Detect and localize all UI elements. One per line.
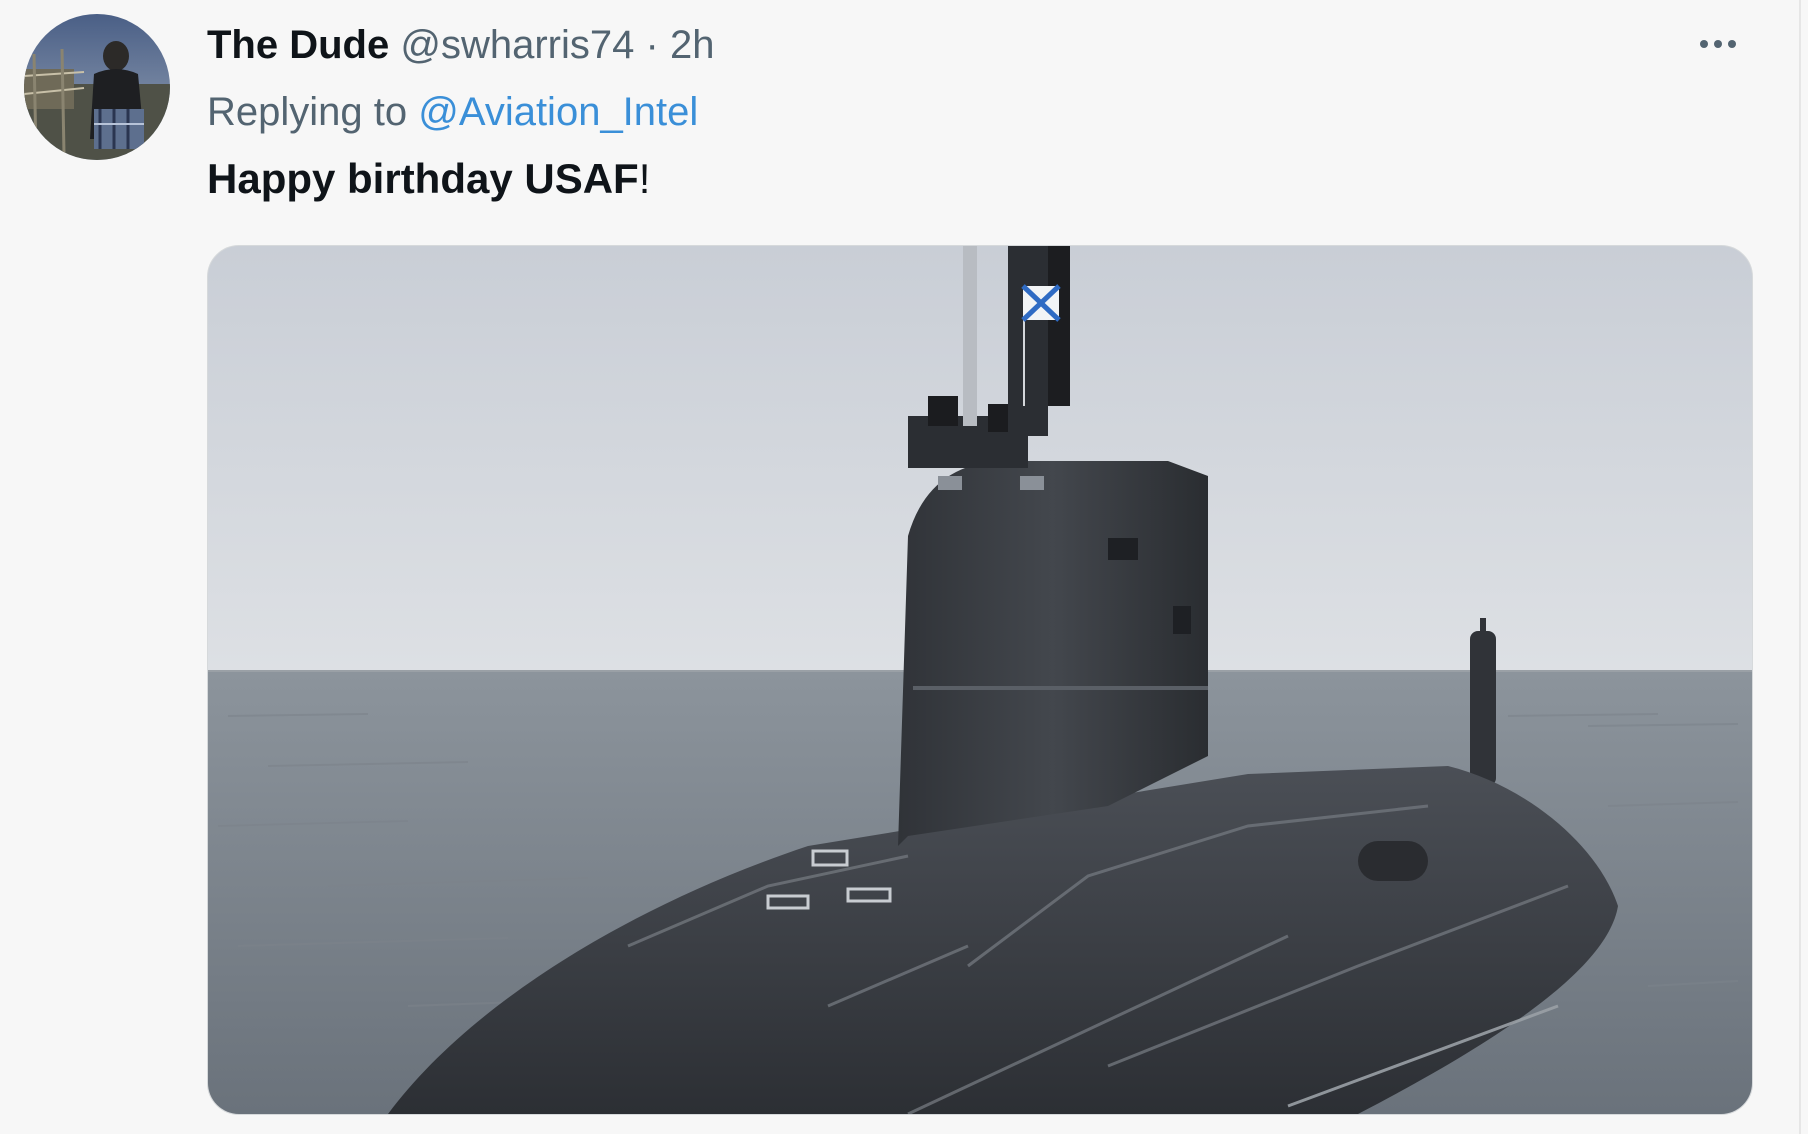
tweet-text: Happy birthday USAF! <box>207 150 650 208</box>
more-options-button[interactable] <box>1690 22 1746 66</box>
more-horizontal-icon-dot <box>1728 40 1736 48</box>
more-horizontal-icon <box>1700 40 1708 48</box>
replying-to-link[interactable]: @Aviation_Intel <box>418 90 698 134</box>
user-handle[interactable]: @swharris74 <box>400 23 634 67</box>
tweet-timestamp[interactable]: 2h <box>670 23 715 67</box>
submarine-photo <box>208 246 1752 1114</box>
tweet-media-photo[interactable] <box>207 245 1753 1115</box>
replying-to-label: Replying to <box>207 90 408 134</box>
tweet-text-suffix: ! <box>638 155 651 202</box>
tweet-text-main: Happy birthday USAF <box>207 155 639 202</box>
timeline-divider <box>1799 0 1801 1134</box>
avatar-photo <box>24 14 170 160</box>
header-separator: · <box>645 23 659 67</box>
replying-to-line: Replying to @Aviation_Intel <box>207 84 698 140</box>
more-horizontal-icon-dot <box>1714 40 1722 48</box>
tweet-header: The Dude @swharris74 · 2h <box>207 17 714 73</box>
avatar[interactable] <box>24 14 170 160</box>
display-name[interactable]: The Dude <box>207 23 389 67</box>
